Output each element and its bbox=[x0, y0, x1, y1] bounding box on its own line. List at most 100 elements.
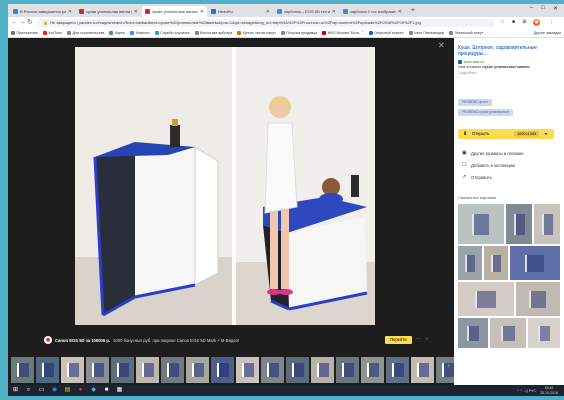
filmstrip-next-icon[interactable]: › bbox=[448, 363, 450, 370]
chevron-down-icon[interactable]: ▾ bbox=[545, 129, 547, 139]
bookmark-item[interactable]: Службы слухиста bbox=[154, 31, 190, 35]
goto-button[interactable]: Перейти bbox=[385, 336, 412, 344]
tag-chip-1[interactable]: РЕЗЛЕКС фото bbox=[458, 99, 492, 106]
similar-thumb[interactable] bbox=[528, 318, 560, 348]
similar-thumb[interactable] bbox=[516, 282, 560, 316]
next-icon[interactable]: › bbox=[426, 336, 428, 342]
bookmark-item[interactable]: Биологика арбитра bbox=[194, 31, 232, 35]
filmstrip-thumb[interactable] bbox=[61, 357, 84, 383]
tab-5[interactable]: зарбонга 1 гос изображений та✕ bbox=[340, 6, 405, 17]
similar-thumb[interactable] bbox=[510, 246, 560, 280]
similar-thumb[interactable] bbox=[506, 204, 532, 244]
similar-thumb[interactable] bbox=[534, 204, 560, 244]
panel-title-link[interactable]: Кушк. Шторное, оздоровительные процедуры… bbox=[458, 45, 558, 57]
filmstrip-thumb[interactable] bbox=[136, 357, 159, 383]
tab-1[interactable]: сухая углекислая ванна yandex✕ bbox=[76, 6, 141, 17]
bookmark-item[interactable]: Открытый портал bbox=[368, 31, 404, 35]
other-sizes-action[interactable]: ▣ Другие размеры и похожие bbox=[462, 150, 524, 156]
panel-more-link[interactable]: Подробнее bbox=[458, 71, 477, 75]
bookmark-item[interactable]: Получка продавца bbox=[280, 31, 317, 35]
similar-thumb[interactable] bbox=[490, 318, 526, 348]
filmstrip-thumb[interactable] bbox=[411, 357, 434, 383]
clock[interactable]: 15:42 25.10.2018 bbox=[540, 386, 558, 395]
share-action[interactable]: ↗ Отправить bbox=[462, 174, 492, 180]
app-icon[interactable]: ■ bbox=[103, 387, 110, 394]
filmstrip-thumb[interactable] bbox=[86, 357, 109, 383]
tab-close-icon[interactable]: ✕ bbox=[398, 9, 402, 15]
filmstrip-thumb[interactable] bbox=[336, 357, 359, 383]
bookmark-item[interactable]: Чехл Пятиканциф bbox=[408, 31, 444, 35]
filmstrip-thumb[interactable] bbox=[11, 357, 34, 383]
filmstrip-thumb[interactable] bbox=[361, 357, 384, 383]
app-icon[interactable]: ◆ bbox=[90, 387, 97, 394]
close-viewer-icon[interactable]: ✕ bbox=[438, 41, 445, 50]
filmstrip-thumb[interactable] bbox=[186, 357, 209, 383]
extension-grid-icon[interactable]: ⊞ bbox=[521, 19, 528, 26]
tab-3[interactable]: HeadHu ✕ bbox=[208, 6, 273, 17]
tab-4[interactable]: зарбонга – EOS 5D тех изображен✕ bbox=[274, 6, 339, 17]
main-photo[interactable] bbox=[75, 47, 375, 325]
back-icon[interactable]: ← bbox=[11, 18, 18, 28]
system-tray[interactable]: ^ ⌃ ◁) РУС 15:42 25.10.2018 bbox=[517, 386, 558, 395]
bookmark-item[interactable]: HBO Москва "Боль..." bbox=[322, 31, 364, 35]
task-view-icon[interactable]: ▭ bbox=[38, 387, 45, 394]
filmstrip-thumb[interactable] bbox=[311, 357, 334, 383]
close-window-button[interactable]: ✕ bbox=[553, 5, 558, 12]
similar-thumb[interactable] bbox=[484, 246, 508, 280]
panel-site[interactable]: novi-osn.ru bbox=[458, 59, 484, 64]
filmstrip-thumb[interactable] bbox=[211, 357, 234, 383]
search-icon[interactable]: ⌕ bbox=[25, 387, 32, 394]
bookmark-item[interactable]: Для строительства bbox=[67, 31, 104, 35]
image-size-dropdown[interactable]: 1000×1343 bbox=[514, 131, 540, 137]
tab-favicon-icon bbox=[343, 9, 348, 14]
bookmark-item[interactable]: Легальный алеут bbox=[449, 31, 483, 35]
bookmark-item[interactable]: Купить чехлы наруч bbox=[237, 31, 276, 35]
minimize-button[interactable]: – bbox=[530, 5, 533, 11]
similar-thumb[interactable] bbox=[458, 246, 482, 280]
extension-icon[interactable]: ■ bbox=[510, 19, 517, 26]
tab-close-icon[interactable]: ✕ bbox=[332, 9, 336, 15]
tab-0[interactable]: В России завершился рост числ✕ bbox=[10, 6, 75, 17]
similar-thumb[interactable] bbox=[458, 204, 504, 244]
profile-avatar-icon[interactable]: ◉ bbox=[533, 19, 540, 26]
bookmark-star-icon[interactable]: ☆ bbox=[499, 19, 506, 26]
forward-icon[interactable]: → bbox=[19, 18, 26, 28]
filmstrip-thumb[interactable] bbox=[36, 357, 59, 383]
similar-thumb[interactable] bbox=[458, 318, 488, 348]
open-image-button[interactable]: ⬇ Открыть 1000×1343 ▾ bbox=[458, 129, 554, 139]
bookmark-label: Открытый портал bbox=[374, 31, 404, 35]
tab-close-icon[interactable]: ✕ bbox=[68, 9, 72, 15]
similar-thumb[interactable] bbox=[458, 282, 514, 316]
add-to-collection-action[interactable]: ☐ Добавить в коллекцию bbox=[462, 162, 515, 168]
address-input[interactable]: 🔒 Не защищено | yandex.ru/images/search?f… bbox=[37, 19, 495, 27]
reload-icon[interactable]: ↻ bbox=[27, 18, 33, 28]
tab-close-icon[interactable]: ✕ bbox=[266, 9, 270, 15]
bookmark-item[interactable]: Новости bbox=[130, 31, 150, 35]
tab-close-icon[interactable]: ✕ bbox=[200, 9, 204, 15]
filmstrip-thumb[interactable] bbox=[111, 357, 134, 383]
bookmark-item[interactable]: YouTube bbox=[42, 31, 62, 35]
edge-icon[interactable]: ◉ bbox=[51, 387, 58, 394]
new-tab-button[interactable]: + bbox=[411, 6, 415, 15]
tab-close-icon[interactable]: ✕ bbox=[134, 9, 138, 15]
bookmark-item[interactable]: Приложения bbox=[11, 31, 38, 35]
caption-owner[interactable]: Canon EOS 5D за 100000 р. bbox=[55, 338, 110, 343]
file-explorer-icon[interactable]: ▤ bbox=[64, 387, 71, 394]
start-icon[interactable]: ⊞ bbox=[12, 387, 19, 394]
menu-kebab-icon[interactable]: ⋮ bbox=[548, 19, 555, 26]
filmstrip-thumb[interactable] bbox=[386, 357, 409, 383]
other-bookmarks[interactable]: Другие закладки bbox=[533, 31, 561, 35]
tray-icons[interactable]: ^ ⌃ ◁) РУС bbox=[517, 389, 536, 393]
filmstrip-thumb[interactable] bbox=[286, 357, 309, 383]
app-icon[interactable]: ▦ bbox=[116, 387, 123, 394]
more-icon[interactable]: ⋯ bbox=[416, 336, 421, 342]
maximize-button[interactable]: □ bbox=[541, 5, 545, 11]
tag-chip-2[interactable]: РЕЗЛЕКС сухие углекислые bbox=[458, 109, 513, 116]
filmstrip-thumb[interactable] bbox=[236, 357, 259, 383]
filmstrip-thumb[interactable] bbox=[161, 357, 184, 383]
filmstrip-thumb[interactable] bbox=[261, 357, 284, 383]
tab-2[interactable]: сухие углекислые ванны разиб✕ bbox=[142, 6, 207, 17]
bookmark-item[interactable]: Карты bbox=[109, 31, 125, 35]
address-toolbar: ← → ↻ 🔒 Не защищено | yandex.ru/images/se… bbox=[8, 17, 564, 29]
chrome-icon[interactable]: ● bbox=[77, 387, 84, 394]
